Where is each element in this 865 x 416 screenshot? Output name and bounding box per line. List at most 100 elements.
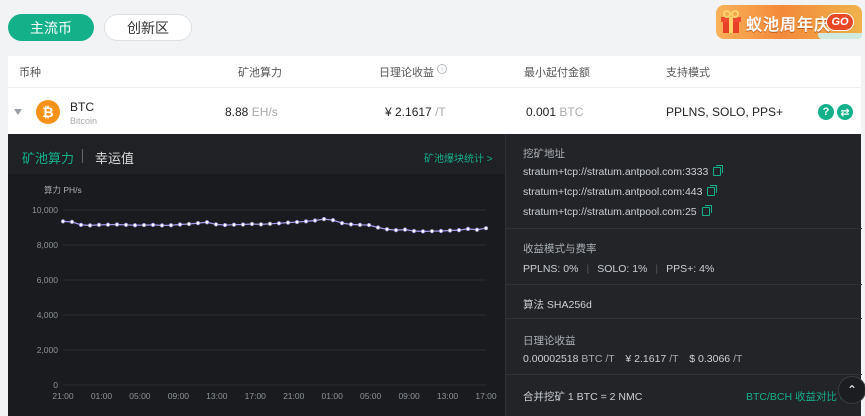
- data-point: [213, 222, 219, 227]
- fee-solo: SOLO: 1%: [597, 263, 648, 275]
- data-point: [186, 221, 192, 227]
- help-icon[interactable]: ?: [818, 104, 834, 120]
- data-point: [240, 222, 246, 227]
- address-row: stratum+tcp://stratum.antpool.com:3333: [523, 165, 724, 178]
- mining-info-section: 挖矿地址 stratum+tcp://stratum.antpool.com:3…: [505, 134, 862, 416]
- modes-cell: PPLNS, SOLO, PPS+: [666, 105, 784, 119]
- data-point: [96, 222, 102, 227]
- x-tick-label: 09:00: [398, 391, 420, 401]
- header-daily-revenue: 日理论收益 i: [379, 63, 447, 80]
- data-point: [204, 220, 210, 225]
- tab-innovation[interactable]: 创新区: [104, 14, 192, 41]
- data-point: [303, 219, 309, 224]
- data-point: [150, 222, 156, 227]
- data-point: [312, 218, 318, 223]
- fee-pps: PPS+: 4%: [666, 263, 715, 275]
- data-point: [123, 222, 129, 227]
- data-point: [357, 222, 363, 227]
- coin-category-tabs: 主流币 创新区: [8, 14, 192, 41]
- data-point: [330, 218, 336, 223]
- pool-page: 主流币 创新区 蚁池周年庆 GO 币种 矿池算力 日理论收益 i 最小起付金额 支…: [0, 0, 865, 416]
- daily-btc: 0.00002518: [523, 353, 579, 365]
- x-tick-label: 21:00: [283, 391, 305, 401]
- data-point: [195, 221, 201, 226]
- switch-icon[interactable]: ⇄: [837, 104, 853, 120]
- banner-text: 蚁池周年庆: [746, 17, 832, 34]
- coin-detail-panel: 矿池算力 幸运值 矿池爆块统计 > 算力 PH/s 10,000 8,000 6,00…: [8, 134, 862, 416]
- table-row[interactable]: ₿ BTC Bitcoin 8.88 EH/s ¥ 2.1617 /T 0.00…: [8, 88, 861, 134]
- coin-table: 币种 矿池算力 日理论收益 i 最小起付金额 支持模式 ₿ BTC Bitcoin…: [8, 56, 861, 134]
- table-header: 币种 矿池算力 日理论收益 i 最小起付金额 支持模式: [8, 56, 861, 88]
- x-tick-label: 17:00: [475, 391, 497, 401]
- banner-go-badge: GO: [826, 13, 854, 31]
- header-coin: 币种: [19, 66, 41, 79]
- data-point: [168, 223, 174, 228]
- separator: |: [655, 263, 659, 275]
- revenue-cell: ¥ 2.1617 /T: [385, 105, 446, 119]
- data-point: [474, 227, 480, 232]
- x-tick-label: 13:00: [206, 391, 228, 401]
- divider: [506, 318, 862, 319]
- data-point: [267, 221, 273, 226]
- y-tick-label: 4,000: [37, 310, 59, 320]
- divider: [506, 374, 862, 375]
- daily-revenue-row: 0.00002518 BTC /T ¥ 2.1617 /T $ 0.3066 /…: [523, 353, 742, 365]
- y-tick-label: 8,000: [37, 240, 59, 250]
- address-text[interactable]: stratum+tcp://stratum.antpool.com:25: [523, 206, 697, 218]
- hashrate-unit: EH/s: [251, 105, 278, 119]
- algorithm: 算法 SHA256d: [523, 299, 592, 311]
- hashrate-value: 8.88: [225, 105, 249, 119]
- tab-luck[interactable]: 幸运值: [95, 148, 134, 167]
- data-point: [69, 219, 75, 225]
- caret-down-icon[interactable]: [14, 109, 22, 115]
- tab-pool-hashrate[interactable]: 矿池算力: [22, 148, 74, 167]
- y-tick-label: 2,000: [37, 345, 59, 355]
- bitcoin-icon: ₿: [36, 100, 60, 124]
- banner-shadow: [818, 33, 862, 39]
- data-point: [60, 219, 66, 224]
- copy-icon[interactable]: [707, 185, 718, 196]
- block-stats-link[interactable]: 矿池爆块统计 >: [424, 150, 493, 165]
- x-tick-label: 09:00: [168, 391, 190, 401]
- header-daily-revenue-label: 日理论收益: [379, 66, 434, 79]
- data-point: [231, 222, 237, 227]
- data-point: [465, 226, 471, 232]
- copy-icon[interactable]: [701, 205, 712, 216]
- data-point: [366, 222, 372, 228]
- tab-mainstream[interactable]: 主流币: [8, 14, 94, 41]
- min-unit: BTC: [559, 105, 584, 119]
- divider: [506, 284, 862, 285]
- merged-mining: 合并挖矿 1 BTC = 2 NMC: [523, 391, 643, 403]
- data-point: [321, 216, 327, 222]
- compare-link[interactable]: BTC/BCH 收益对比 >: [746, 389, 846, 404]
- y-tick-label: 0: [53, 380, 58, 390]
- data-point: [402, 227, 408, 232]
- tab-divider: [82, 149, 83, 163]
- data-point: [348, 222, 354, 227]
- info-icon[interactable]: i: [437, 63, 447, 74]
- x-tick-label: 01:00: [322, 391, 344, 401]
- min-value: 0.001: [526, 105, 557, 119]
- address-text[interactable]: stratum+tcp://stratum.antpool.com:3333: [523, 166, 708, 178]
- daily-cny-unit: /T: [669, 353, 679, 365]
- data-point: [393, 228, 399, 233]
- data-point: [276, 221, 282, 226]
- data-point: [420, 229, 426, 234]
- hashrate-cell: 8.88 EH/s: [225, 105, 278, 119]
- data-point: [222, 222, 228, 228]
- hashrate-chart: 算力 PH/s 10,000 8,000 6,000 4,000 2,000 0 21:00 0…: [8, 174, 505, 416]
- separator: |: [586, 263, 590, 275]
- chevron-up-icon[interactable]: ⌃: [838, 376, 865, 404]
- address-row: stratum+tcp://stratum.antpool.com:25: [523, 205, 712, 218]
- divider: [506, 228, 862, 229]
- revenue-unit: /T: [435, 105, 446, 119]
- x-tick-label: 17:00: [245, 391, 267, 401]
- data-point: [294, 219, 300, 225]
- min-payout-cell: 0.001 BTC: [526, 105, 583, 119]
- address-text[interactable]: stratum+tcp://stratum.antpool.com:443: [523, 186, 702, 198]
- data-point: [447, 228, 453, 233]
- copy-icon[interactable]: [713, 165, 724, 176]
- data-point: [258, 222, 264, 227]
- fee-pplns: PPLNS: 0%: [523, 263, 579, 275]
- data-point: [438, 228, 444, 234]
